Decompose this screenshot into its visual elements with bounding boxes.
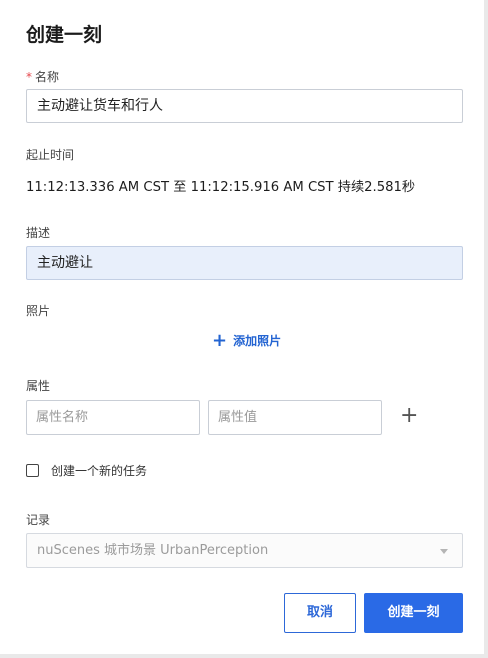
add-photo-button[interactable]: + 添加照片: [212, 329, 282, 351]
new-task-label: 创建一个新的任务: [51, 464, 148, 478]
attributes-label: 属性: [26, 379, 51, 393]
record-select-value: nuScenes 城市场景 UrbanPerception: [37, 543, 269, 558]
add-attribute-button[interactable]: +: [400, 405, 418, 427]
description-label: 描述: [26, 226, 51, 240]
photo-label: 照片: [26, 304, 51, 318]
required-mark: *: [26, 70, 32, 84]
create-moment-button[interactable]: 创建一刻: [364, 593, 463, 633]
name-label: * 名称: [26, 68, 59, 85]
name-input[interactable]: 主动避让货车和行人: [26, 89, 463, 123]
record-select[interactable]: nuScenes 城市场景 UrbanPerception: [26, 533, 463, 568]
attribute-name-input[interactable]: 属性名称: [26, 400, 200, 435]
name-label-text: 名称: [35, 70, 60, 84]
dialog-title: 创建一刻: [26, 24, 103, 46]
create-moment-dialog: 创建一刻 * 名称 主动避让货车和行人 起止时间 11:12:13.336 AM …: [0, 0, 488, 658]
description-input[interactable]: 主动避让: [26, 246, 463, 280]
time-label: 起止时间: [26, 148, 75, 162]
plus-icon: +: [212, 329, 228, 351]
caret-down-icon: [440, 549, 448, 554]
add-photo-label: 添加照片: [233, 334, 282, 348]
new-task-checkbox[interactable]: [26, 464, 39, 477]
time-range-value: 11:12:13.336 AM CST 至 11:12:15.916 AM CS…: [26, 180, 416, 195]
record-label: 记录: [26, 513, 51, 527]
new-task-option[interactable]: 创建一个新的任务: [26, 462, 147, 479]
attribute-value-input[interactable]: 属性值: [208, 400, 382, 435]
cancel-button[interactable]: 取消: [284, 593, 356, 633]
